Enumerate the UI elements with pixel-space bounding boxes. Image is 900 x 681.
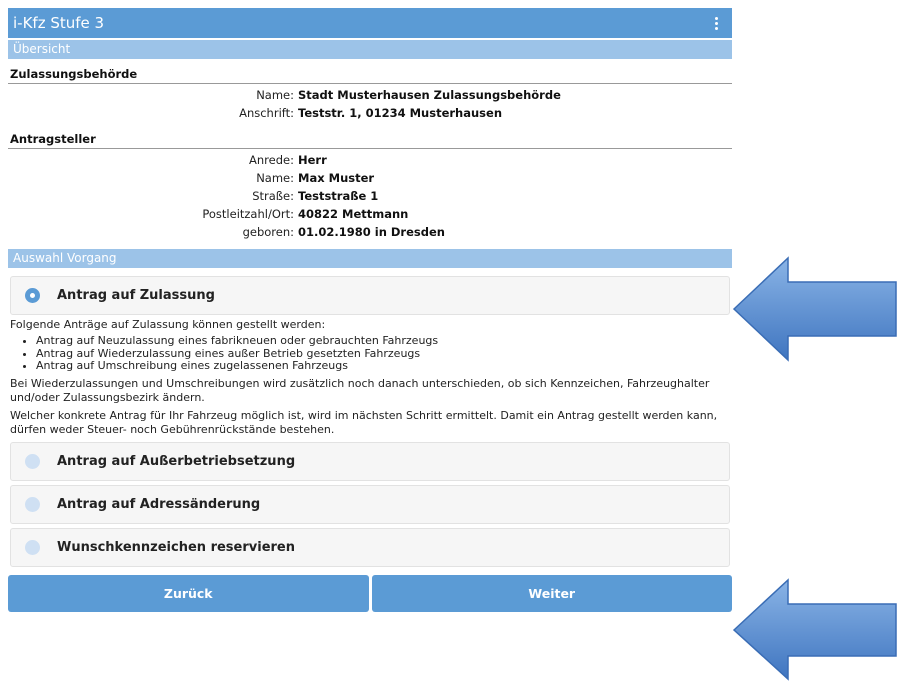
field-label: Postleitzahl/Ort:: [202, 207, 294, 221]
option-label: Wunschkennzeichen reservieren: [57, 539, 295, 555]
field-label: Name:: [256, 88, 294, 102]
field-label: Name:: [256, 171, 294, 185]
app-title: i-Kfz Stufe 3: [13, 14, 105, 32]
field-label: geboren:: [242, 225, 294, 239]
authority-address-row: Anschrift: Teststr. 1, 01234 Musterhause…: [8, 104, 732, 122]
option-deregistration[interactable]: Antrag auf Außerbetriebsetzung: [10, 441, 730, 481]
info-intro: Folgende Anträge auf Zulassung können ge…: [10, 318, 326, 331]
field-value: Teststraße 1: [298, 189, 379, 203]
applicant-city-row: Postleitzahl/Ort: 40822 Mettmann: [8, 205, 732, 223]
authority-heading: Zulassungsbehörde: [8, 67, 732, 84]
back-button[interactable]: Zurück: [8, 574, 369, 612]
list-item: Antrag auf Neuzulassung eines fabrikneue…: [36, 334, 730, 348]
arrow-pointer-icon: [732, 578, 897, 681]
arrow-pointer-icon: [732, 256, 897, 362]
option-address-change[interactable]: Antrag auf Adressänderung: [10, 484, 730, 524]
field-label: Straße:: [252, 189, 294, 203]
authority-details: Name: Stadt Musterhausen Zulassungsbehör…: [8, 84, 732, 124]
title-bar: i-Kfz Stufe 3: [8, 8, 732, 38]
field-value: Herr: [298, 153, 327, 167]
next-button[interactable]: Weiter: [371, 574, 732, 612]
selection-section-header: Auswahl Vorgang: [8, 249, 732, 268]
field-value: 40822 Mettmann: [298, 207, 409, 221]
overview-section-header: Übersicht: [8, 40, 732, 59]
applicant-details: Anrede: Herr Name: Max Muster Straße: Te…: [8, 149, 732, 243]
radio-unselected-icon[interactable]: [25, 453, 40, 469]
field-value: 01.02.1980 in Dresden: [298, 225, 445, 239]
list-item: Antrag auf Umschreibung eines zugelassen…: [36, 359, 730, 373]
option-reserve-plate[interactable]: Wunschkennzeichen reservieren: [10, 527, 730, 567]
applicant-name-row: Name: Max Muster: [8, 169, 732, 187]
applicant-birth-row: geboren: 01.02.1980 in Dresden: [8, 223, 732, 241]
option-label: Antrag auf Zulassung: [57, 288, 215, 303]
field-label: Anschrift:: [239, 106, 294, 120]
radio-unselected-icon[interactable]: [25, 539, 40, 555]
field-label: Anrede:: [249, 153, 294, 167]
applicant-heading: Antragsteller: [8, 132, 732, 149]
authority-name-row: Name: Stadt Musterhausen Zulassungsbehör…: [8, 86, 732, 104]
app-window: i-Kfz Stufe 3 Übersicht Zulassungsbehörd…: [8, 8, 732, 612]
field-value: Max Muster: [298, 171, 375, 185]
overflow-menu-icon[interactable]: [708, 13, 724, 33]
radio-unselected-icon[interactable]: [25, 496, 40, 512]
radio-selected-icon[interactable]: [25, 288, 40, 303]
info-list: Antrag auf Neuzulassung eines fabrikneue…: [36, 334, 730, 373]
registration-info: Folgende Anträge auf Zulassung können ge…: [8, 315, 732, 437]
applicant-street-row: Straße: Teststraße 1: [8, 187, 732, 205]
applicant-salutation-row: Anrede: Herr: [8, 151, 732, 169]
field-value: Stadt Musterhausen Zulassungsbehörde: [298, 88, 561, 102]
button-row: Zurück Weiter: [8, 574, 732, 612]
info-paragraph: Welcher konkrete Antrag für Ihr Fahrzeug…: [10, 408, 718, 436]
option-registration[interactable]: Antrag auf Zulassung: [10, 276, 730, 315]
field-value: Teststr. 1, 01234 Musterhausen: [298, 106, 503, 120]
option-label: Antrag auf Adressänderung: [57, 496, 261, 512]
info-paragraph: Bei Wiederzulassungen und Umschreibungen…: [10, 376, 710, 404]
option-label: Antrag auf Außerbetriebsetzung: [57, 453, 296, 469]
